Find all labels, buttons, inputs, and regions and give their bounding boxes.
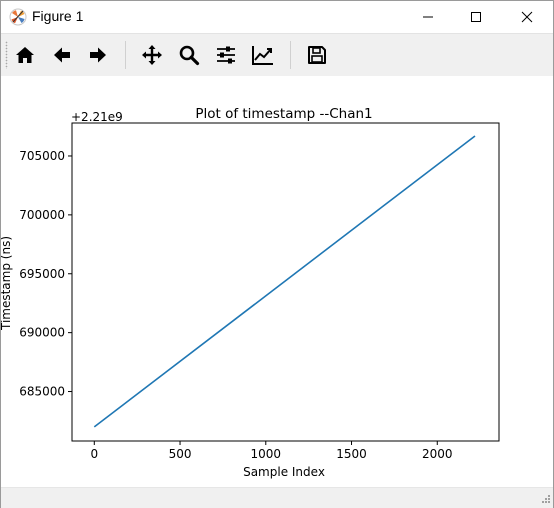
y-tick-label: 700000 xyxy=(19,208,65,222)
x-tick-label: 500 xyxy=(169,447,192,461)
pan-button[interactable] xyxy=(136,39,168,71)
line-chart[interactable]: Plot of timestamp --Chan1 +2.21e9 Sample… xyxy=(0,76,553,486)
navigation-toolbar xyxy=(1,33,553,77)
resize-grip-icon[interactable] xyxy=(539,494,551,506)
figure-window: Figure 1 Plot of timestamp --Chan1 +2.21… xyxy=(0,0,554,508)
window-title: Figure 1 xyxy=(32,8,84,24)
maximize-button[interactable] xyxy=(453,1,499,33)
x-axis-label: Sample Index xyxy=(243,465,325,479)
forward-button[interactable] xyxy=(82,39,114,71)
toolbar-grip[interactable] xyxy=(5,41,8,69)
x-tick-label: 1500 xyxy=(336,447,367,461)
toolbar-separator xyxy=(125,41,126,69)
forward-arrow-icon xyxy=(90,47,106,63)
subplots-config-icon xyxy=(217,46,235,64)
edit-axis-curves-icon xyxy=(252,46,273,65)
minimize-icon xyxy=(423,16,433,18)
figure-canvas[interactable]: Plot of timestamp --Chan1 +2.21e9 Sample… xyxy=(0,76,553,486)
matplotlib-logo-icon xyxy=(9,8,27,26)
y-tick-label: 690000 xyxy=(19,326,65,340)
x-tick-label: 2000 xyxy=(422,447,453,461)
back-button[interactable] xyxy=(46,39,78,71)
maximize-icon xyxy=(471,12,481,22)
plot-frame xyxy=(71,122,500,442)
chart-title: Plot of timestamp --Chan1 xyxy=(195,106,372,122)
y-tick-label: 705000 xyxy=(19,149,65,163)
y-axis-label: Timestamp (ns) xyxy=(1,236,13,331)
back-arrow-icon xyxy=(54,47,70,63)
x-tick-label: 0 xyxy=(90,447,98,461)
home-icon xyxy=(16,47,34,63)
zoom-button[interactable] xyxy=(173,39,205,71)
save-button[interactable] xyxy=(301,39,333,71)
y-offset-text: +2.21e9 xyxy=(71,110,123,124)
y-tick-label: 695000 xyxy=(19,267,65,281)
close-icon xyxy=(521,11,533,23)
x-tick-label: 1000 xyxy=(251,447,282,461)
subplots-button[interactable] xyxy=(210,39,242,71)
close-button[interactable] xyxy=(504,1,550,33)
zoom-magnifier-icon xyxy=(179,45,200,66)
home-button[interactable] xyxy=(9,39,41,71)
y-tick-label: 685000 xyxy=(19,385,65,399)
edit-axis-button[interactable] xyxy=(247,39,279,71)
toolbar-separator xyxy=(290,41,291,69)
save-floppy-icon xyxy=(308,46,326,64)
minimize-button[interactable] xyxy=(405,1,451,33)
status-bar xyxy=(1,487,553,508)
timestamp-series-line xyxy=(93,135,476,428)
title-bar[interactable]: Figure 1 xyxy=(1,1,553,33)
pan-move-icon xyxy=(142,45,162,65)
